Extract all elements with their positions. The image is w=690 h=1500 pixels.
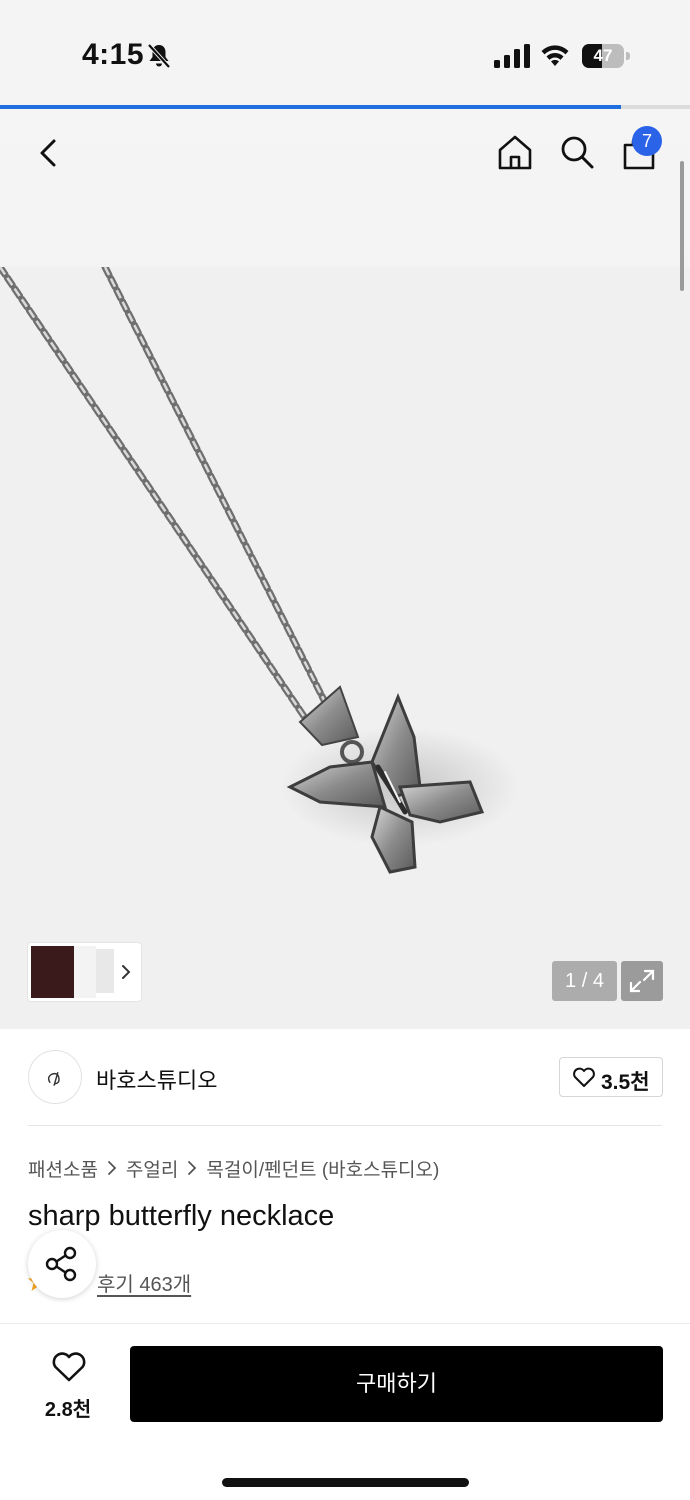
search-button[interactable] [556,131,598,173]
thumbnail-strip[interactable] [28,943,141,1001]
thumbnail[interactable] [31,946,74,998]
wifi-icon [541,45,569,66]
buy-button[interactable]: 구매하기 [130,1346,663,1422]
bell-slash-icon [147,43,171,69]
store-logo[interactable] [28,1050,82,1104]
expand-icon[interactable] [621,961,663,1001]
breadcrumb-item[interactable]: 주얼리 [126,1155,178,1182]
heart-outline-icon [52,1352,86,1382]
cellular-signal-icon [494,44,530,68]
chevron-right-icon [108,1161,117,1175]
product-title: sharp butterfly necklace [28,1200,335,1232]
wishlist-button[interactable]: 2.8천 [28,1349,108,1421]
thumbnail[interactable] [74,946,96,998]
chevron-right-icon [188,1161,197,1175]
divider [28,1125,662,1126]
product-image-gallery[interactable]: 7 1 / 4 [0,109,690,1029]
status-bar: 4:15 47 [0,0,690,108]
store-name[interactable]: 바호스튜디오 [96,1063,217,1095]
review-link[interactable]: 후기 463개 [97,1268,191,1297]
wishlist-count: 2.8천 [44,1399,92,1421]
share-button[interactable] [28,1230,96,1298]
home-button[interactable] [494,131,536,173]
battery-level: 47 [593,46,613,65]
home-indicator[interactable] [222,1478,469,1487]
chevron-right-icon[interactable] [118,961,134,983]
breadcrumb-item[interactable]: 패션소품 [28,1155,98,1182]
breadcrumb: 패션소품 주얼리 목걸이/펜던트 (바호스튜디오) [28,1155,439,1181]
page-indicator: 1 / 4 [552,961,617,1001]
thumbnail[interactable] [96,949,114,993]
breadcrumb-item[interactable]: 목걸이/펜던트 (바호스튜디오) [206,1155,439,1182]
back-button[interactable] [30,133,70,173]
battery-body: 47 [582,44,624,68]
heart-outline-icon [573,1067,595,1087]
battery-icon: 47 [582,44,630,68]
scrollbar[interactable] [680,161,684,291]
store-like-button[interactable]: 3.5천 [559,1057,663,1097]
product-photo[interactable] [0,267,690,1029]
battery-cap [626,52,630,60]
cart-badge: 7 [632,126,662,156]
bottom-action-bar: 2.8천 구매하기 [0,1323,690,1500]
status-time: 4:15 [82,38,145,71]
store-like-count: 3.5천 [601,1071,650,1094]
